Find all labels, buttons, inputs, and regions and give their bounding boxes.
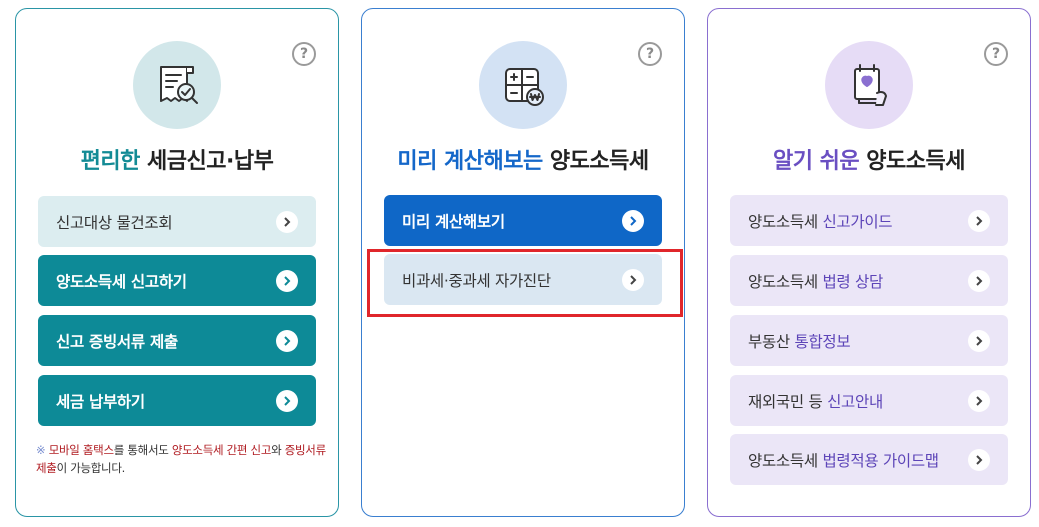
law-guide-map-button[interactable]: 양도소득세 법령적용 가이드맵 [730,434,1008,485]
card-title: 편리한 세금신고·납부 [16,143,338,175]
card-tax-filing: ? 편리한 세금신고·납부 신고대상 물건조회 양도소득세 신고하기 신고 증빙… [15,8,339,517]
button-label: 미리 계산해보기 [402,212,505,231]
button-label: 부동산 통합정보 [748,330,968,352]
title-rest: 양도소득세 [549,149,649,174]
note-text: 를 통해서도 [113,443,172,457]
label-prefix: 양도소득세 [748,272,823,291]
title-rest: 양도소득세 [866,149,965,174]
card-title: 알기 쉬운 양도소득세 [708,143,1030,175]
self-diagnosis-button[interactable]: 비과세·중과세 자가진단 [384,254,662,305]
chevron-right-icon [276,269,298,292]
label-prefix: 양도소득세 [748,451,823,470]
help-icon[interactable]: ? [638,42,662,66]
button-label: 양도소득세 법령 상담 [748,270,968,292]
file-capital-gains-tax-button[interactable]: 양도소득세 신고하기 [38,255,316,306]
button-label: 양도소득세 신고하기 [56,272,187,291]
card-easy-guide: ? 알기 쉬운 양도소득세 양도소득세 신고가이드 양도소득세 법령 상담 부동… [707,8,1031,517]
button-label: 신고대상 물건조회 [56,213,173,232]
help-icon[interactable]: ? [292,42,316,66]
title-highlight: 편리한 [80,149,141,174]
chevron-right-icon [968,389,990,412]
label-accent: 법령적용 가이드맵 [822,451,939,470]
calculator-icon [479,41,567,129]
receipt-search-icon [133,41,221,129]
card-title: 미리 계산해보는 양도소득세 [362,143,684,175]
button-label: 신고 증빙서류 제출 [56,332,178,351]
label-accent: 법령 상담 [822,272,883,291]
chevron-right-icon [968,448,990,471]
label-accent: 신고안내 [827,392,883,411]
label-accent: 통합정보 [794,332,851,351]
help-icon[interactable]: ? [984,42,1008,66]
note-mark: ※ [36,443,46,457]
pre-calculate-button[interactable]: 미리 계산해보기 [384,195,662,246]
note-text: 이 가능합니다. [56,461,126,475]
submit-documents-button[interactable]: 신고 증빙서류 제출 [38,315,316,366]
mobile-hometax-note: ※ 모바일 홈택스를 통해서도 양도소득세 간편 신고와 증빙서류 제출이 가능… [36,441,326,477]
note-text: 양도소득세 간편 신고 [171,443,272,457]
chevron-right-icon [968,269,990,292]
label-prefix: 양도소득세 [748,212,823,231]
button-label: 재외국민 등 신고안내 [748,390,968,412]
button-label: 세금 납부하기 [56,392,145,411]
button-label: 양도소득세 법령적용 가이드맵 [748,449,968,471]
note-text: 와 [271,443,285,457]
real-estate-info-button[interactable]: 부동산 통합정보 [730,315,1008,366]
heart-book-icon [825,41,913,129]
chevron-right-icon [276,329,298,352]
button-label: 비과세·중과세 자가진단 [402,271,551,290]
title-rest: 세금신고·납부 [147,149,274,174]
title-highlight: 알기 쉬운 [773,149,860,174]
check-filing-targets-button[interactable]: 신고대상 물건조회 [38,196,316,247]
chevron-right-icon [622,209,644,232]
label-prefix: 재외국민 등 [748,392,828,411]
title-highlight: 미리 계산해보는 [397,149,543,174]
card-tax-calculator: ? 미리 계산해보는 양도소득세 미리 계산해보기 비과세·중과세 자가진단 [361,8,685,517]
note-text: 모바일 홈택스 [48,443,114,457]
label-prefix: 부동산 [748,332,795,351]
button-label: 양도소득세 신고가이드 [748,210,968,232]
chevron-right-icon [622,268,644,291]
overseas-filing-guide-button[interactable]: 재외국민 등 신고안내 [730,375,1008,426]
chevron-right-icon [968,329,990,352]
label-accent: 신고가이드 [822,212,893,231]
pay-tax-button[interactable]: 세금 납부하기 [38,375,316,426]
chevron-right-icon [968,209,990,232]
law-consult-button[interactable]: 양도소득세 법령 상담 [730,255,1008,306]
filing-guide-button[interactable]: 양도소득세 신고가이드 [730,195,1008,246]
chevron-right-icon [276,210,298,233]
chevron-right-icon [276,389,298,412]
